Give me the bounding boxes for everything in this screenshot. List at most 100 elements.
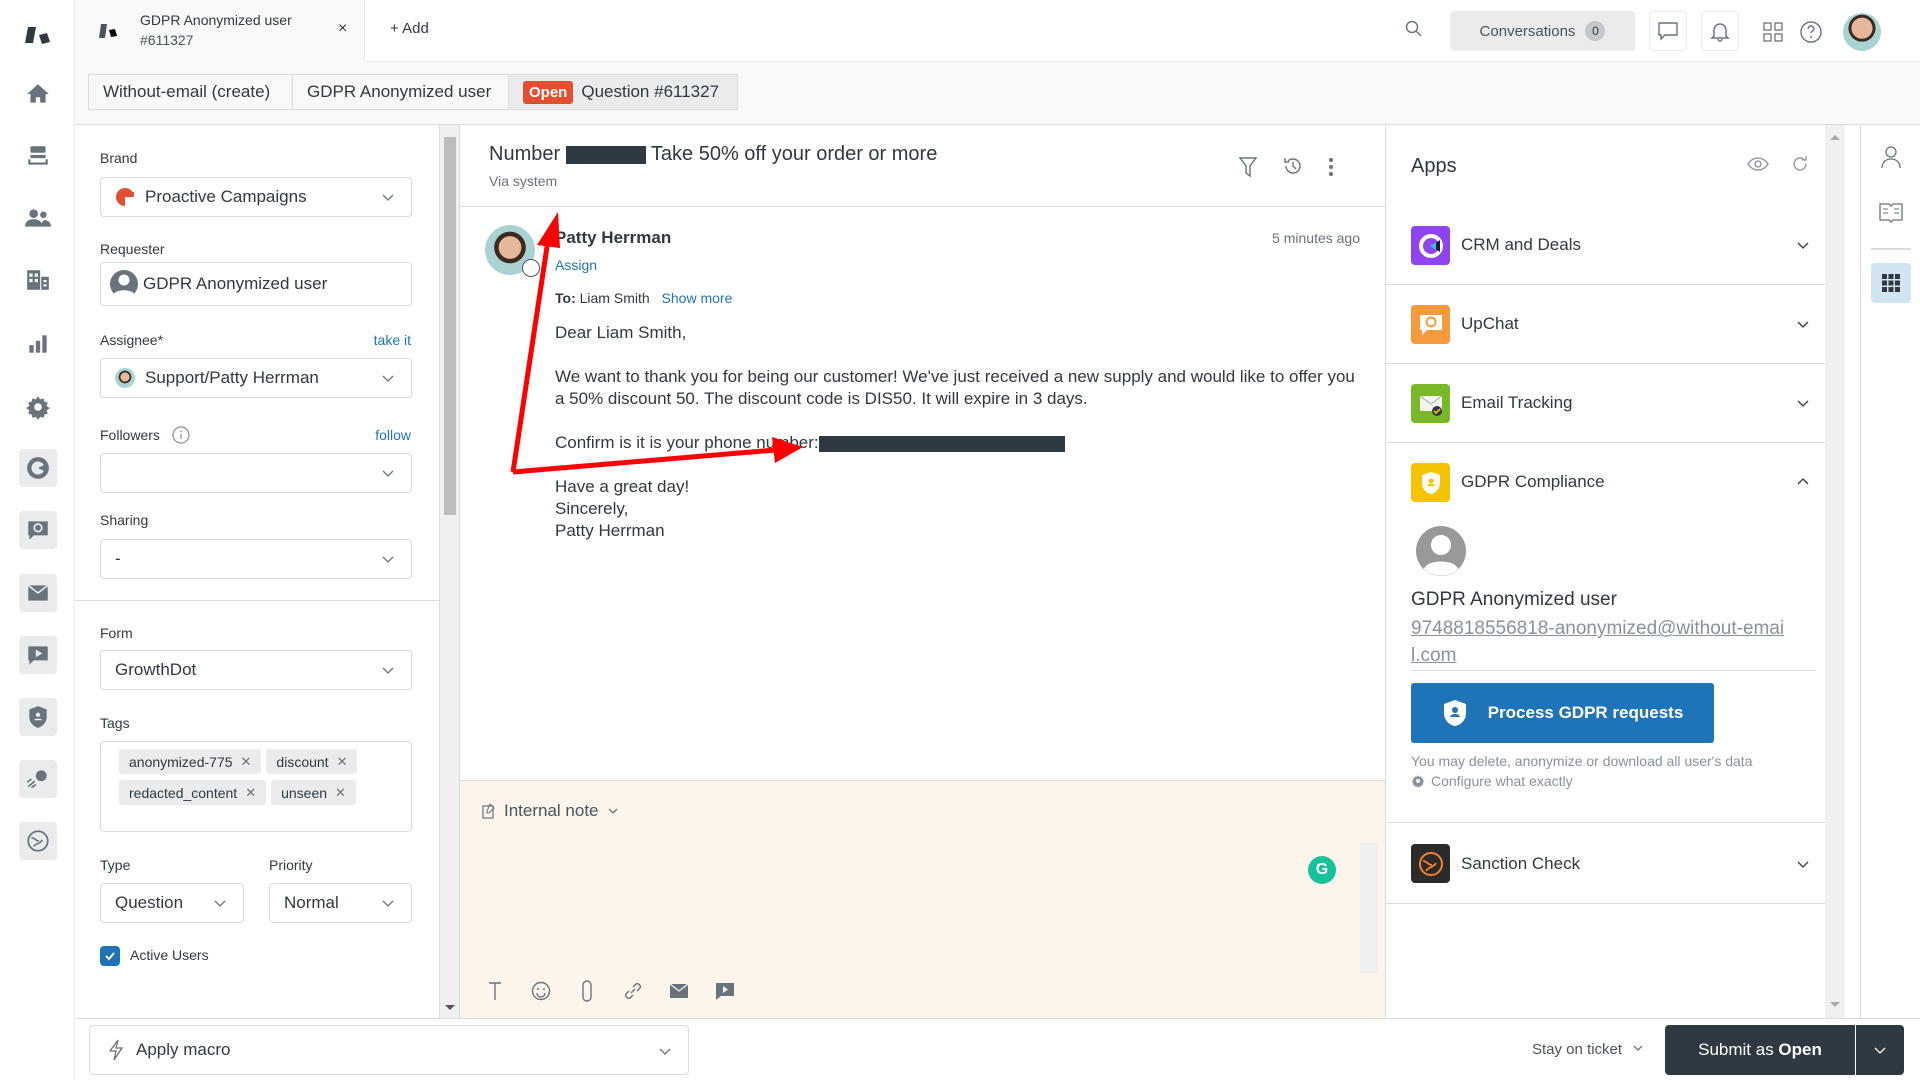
emoji-icon[interactable] xyxy=(531,981,551,1001)
brand-value: Proactive Campaigns xyxy=(145,187,307,206)
crm-app-nav-icon[interactable] xyxy=(19,449,57,487)
comet-app-nav-icon[interactable] xyxy=(19,760,57,798)
organizations-icon[interactable] xyxy=(20,262,56,298)
info-icon[interactable] xyxy=(172,426,190,444)
scroll-down-arrow[interactable] xyxy=(1830,1002,1840,1007)
app-sanction-check[interactable]: Sanction Check xyxy=(1386,823,1841,904)
scroll-up-arrow[interactable] xyxy=(1830,135,1840,140)
composer-scrollbar[interactable] xyxy=(1360,843,1378,973)
followers-select[interactable] xyxy=(100,453,412,493)
sender-name[interactable]: Patty Herrman xyxy=(555,228,671,248)
sharing-select[interactable]: - xyxy=(100,539,412,579)
ticket-tab[interactable]: GDPR Anonymized user #611327 × xyxy=(75,0,365,62)
form-select[interactable]: GrowthDot xyxy=(100,650,412,690)
phone-prompt: Confirm is it is your phone number: xyxy=(555,433,819,452)
text-format-icon[interactable] xyxy=(485,981,505,1001)
active-users-checkbox[interactable] xyxy=(100,946,120,966)
app-upchat[interactable]: UpChat xyxy=(1386,285,1841,364)
assignee-value: Support/Patty Herrman xyxy=(145,368,319,387)
remove-tag-icon[interactable]: ✕ xyxy=(245,785,256,801)
tags-input[interactable]: anonymized-775 ✕ discount ✕ redacted_content… xyxy=(100,741,412,832)
views-icon[interactable] xyxy=(20,138,56,174)
gdpr-app-icon[interactable] xyxy=(1411,463,1450,502)
channel-switcher[interactable]: Internal note xyxy=(482,801,619,821)
remove-tag-icon[interactable]: ✕ xyxy=(241,754,252,770)
home-icon[interactable] xyxy=(20,76,56,112)
configure-link[interactable]: Configure what exactly xyxy=(1411,773,1573,789)
search-icon[interactable] xyxy=(1405,20,1423,38)
close-tab-icon[interactable]: × xyxy=(338,20,347,38)
apps-scrollbar[interactable] xyxy=(1825,125,1845,1018)
history-icon[interactable] xyxy=(1282,155,1304,177)
help-icon[interactable] xyxy=(1799,20,1823,44)
upchat-app-nav-icon[interactable] xyxy=(19,511,57,549)
stay-on-ticket-select[interactable]: Stay on ticket xyxy=(1532,1041,1644,1058)
reply-composer[interactable]: Internal note G xyxy=(460,780,1385,1018)
eye-icon[interactable] xyxy=(1747,157,1769,171)
scroll-down-arrow[interactable] xyxy=(445,1005,455,1010)
reporting-icon[interactable] xyxy=(20,326,56,362)
follow-link[interactable]: follow xyxy=(375,427,411,443)
scrollbar-thumb[interactable] xyxy=(444,137,456,515)
show-more-link[interactable]: Show more xyxy=(662,290,733,306)
app-crm-and-deals[interactable]: CRM and Deals xyxy=(1386,206,1841,285)
refresh-icon[interactable] xyxy=(1790,154,1810,174)
brand-select[interactable]: Proactive Campaigns xyxy=(100,177,412,217)
chevron-up-icon[interactable] xyxy=(1796,475,1810,489)
more-options-icon[interactable] xyxy=(1328,156,1334,178)
notifications-button[interactable] xyxy=(1701,11,1739,51)
user-avatar[interactable] xyxy=(1843,13,1881,51)
link-icon[interactable] xyxy=(623,981,643,1001)
properties-scrollbar[interactable] xyxy=(440,125,460,1018)
channel-label: Internal note xyxy=(504,801,599,820)
product-tray-grid-icon[interactable] xyxy=(1763,22,1783,42)
remove-tag-icon[interactable]: ✕ xyxy=(337,754,348,770)
apps-rail-button[interactable] xyxy=(1871,263,1911,303)
breadcrumb-organization[interactable]: Without-email (create) xyxy=(88,74,293,110)
requester-field[interactable]: GDPR Anonymized user xyxy=(100,262,412,306)
apply-macro-select[interactable]: Apply macro xyxy=(89,1025,689,1075)
sanction-check-nav-icon[interactable] xyxy=(19,822,57,860)
app-name[interactable]: GDPR Compliance xyxy=(1461,472,1605,492)
submit-options-button[interactable] xyxy=(1856,1025,1904,1075)
gdpr-user-email-link[interactable]: 9748818556818-anonymized@without-email.c… xyxy=(1411,615,1791,669)
section-divider xyxy=(75,600,440,601)
knowledge-book-icon[interactable] xyxy=(1879,201,1903,223)
breadcrumb-requester[interactable]: GDPR Anonymized user xyxy=(292,74,509,110)
active-users-label: Active Users xyxy=(130,947,209,963)
app-name: Sanction Check xyxy=(1461,854,1581,873)
take-it-link[interactable]: take it xyxy=(374,332,411,348)
assign-link[interactable]: Assign xyxy=(555,257,597,273)
conversations-button[interactable]: Conversations 0 xyxy=(1450,11,1635,51)
ticket-subject[interactable]: Number Take 50% off your order or more xyxy=(489,143,937,166)
customers-icon[interactable] xyxy=(20,200,56,236)
rail-divider xyxy=(1871,248,1911,250)
submit-button[interactable]: Submit as Open xyxy=(1665,1025,1855,1075)
assignee-select[interactable]: Support/Patty Herrman xyxy=(100,358,412,398)
remove-tag-icon[interactable]: ✕ xyxy=(335,785,346,801)
add-tab-button[interactable]: + Add xyxy=(390,20,429,37)
priority-select[interactable]: Normal xyxy=(269,883,412,923)
gdpr-user-name: GDPR Anonymized user xyxy=(1411,589,1617,610)
tags-label: Tags xyxy=(100,715,130,731)
grammarly-icon[interactable]: G xyxy=(1308,856,1336,884)
type-select[interactable]: Question xyxy=(100,883,244,923)
app-gdpr-compliance: GDPR Compliance GDPR Anonymized user 974… xyxy=(1386,443,1841,823)
breadcrumb-ticket[interactable]: Open Question #611327 xyxy=(508,74,738,110)
tag-label: redacted_content xyxy=(129,784,238,801)
video-tool-icon[interactable] xyxy=(715,981,735,1001)
tag-chip: discount ✕ xyxy=(266,749,358,774)
app-email-tracking[interactable]: Email Tracking xyxy=(1386,364,1841,443)
chat-button[interactable] xyxy=(1649,11,1687,51)
filter-icon[interactable] xyxy=(1238,156,1258,178)
customer-context-icon[interactable] xyxy=(1881,145,1901,169)
email-tracking-tool-icon[interactable] xyxy=(669,981,689,1001)
email-tracking-nav-icon[interactable] xyxy=(19,574,57,612)
video-app-nav-icon[interactable] xyxy=(19,636,57,674)
settings-gear-icon[interactable] xyxy=(20,389,56,425)
process-gdpr-requests-button[interactable]: Process GDPR requests xyxy=(1411,683,1714,743)
attachment-icon[interactable] xyxy=(577,980,597,1002)
gdpr-nav-icon[interactable] xyxy=(19,698,57,736)
zendesk-logo-icon[interactable] xyxy=(20,18,56,54)
default-avatar-icon xyxy=(110,270,138,299)
